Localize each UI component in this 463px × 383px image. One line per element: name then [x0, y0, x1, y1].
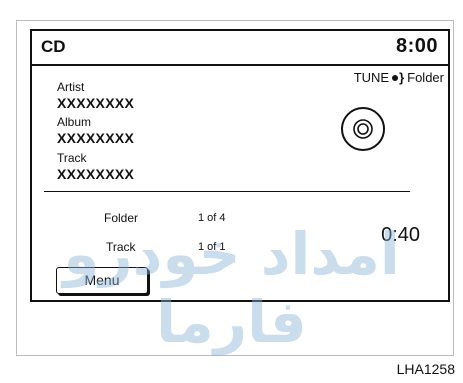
menu-button[interactable]: Menu — [56, 267, 148, 294]
tune-folder-hint: TUNE} Folder — [354, 70, 444, 85]
tune-knob-bracket: } — [399, 70, 405, 85]
album-value: XXXXXXXX — [57, 130, 135, 146]
track-label: Track — [57, 151, 87, 165]
folder-count: 1 of 4 — [198, 212, 226, 224]
track-count: 1 of 1 — [198, 241, 226, 253]
source-title: CD — [41, 37, 66, 56]
folder-label: Folder — [104, 211, 139, 225]
elapsed-time: 0:40 — [381, 224, 420, 246]
track-count-label: Track — [106, 240, 136, 254]
artist-label: Artist — [57, 80, 85, 94]
track-value: XXXXXXXX — [57, 166, 135, 182]
tune-label: TUNE — [353, 70, 390, 85]
tune-folder-label: Folder — [407, 70, 444, 85]
header-divider — [32, 64, 448, 66]
artist-value: XXXXXXXX — [57, 95, 135, 111]
album-label: Album — [57, 115, 92, 129]
figure-code: LHA1258 — [396, 361, 455, 377]
disc-icon — [341, 107, 385, 151]
clock: 8:00 — [395, 35, 438, 57]
info-divider — [44, 191, 410, 192]
audio-display-screen: CD 8:00 Artist XXXXXXXX Album XXXXXXXX T… — [30, 29, 450, 302]
tune-knob-icon — [392, 75, 399, 82]
